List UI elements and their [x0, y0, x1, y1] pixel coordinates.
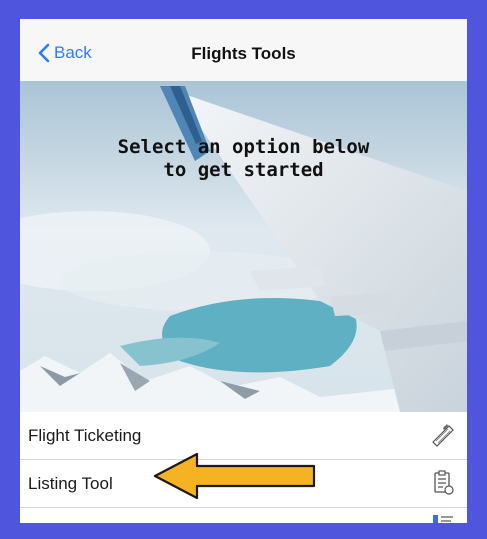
hero-instruction: Select an option below to get started [20, 136, 467, 182]
phone-screen: Back Flights Tools Select an option belo… [20, 19, 467, 523]
navigation-bar: Back Flights Tools [20, 19, 467, 81]
list-icon [433, 515, 453, 523]
hero-banner: Select an option below to get started [20, 81, 467, 412]
menu-item-label: Listing Tool [28, 474, 113, 493]
clipboard-icon [434, 470, 454, 495]
menu-item-third[interactable] [20, 508, 467, 523]
hero-line-2: to get started [163, 159, 324, 181]
menu-item-label: Flight Ticketing [28, 426, 142, 445]
airplane-wing-photo [20, 81, 467, 412]
page-title: Flights Tools [191, 44, 296, 63]
hero-line-1: Select an option below [117, 136, 370, 158]
pointer-arrow-icon [153, 452, 316, 500]
ticket-plane-icon [432, 424, 454, 447]
